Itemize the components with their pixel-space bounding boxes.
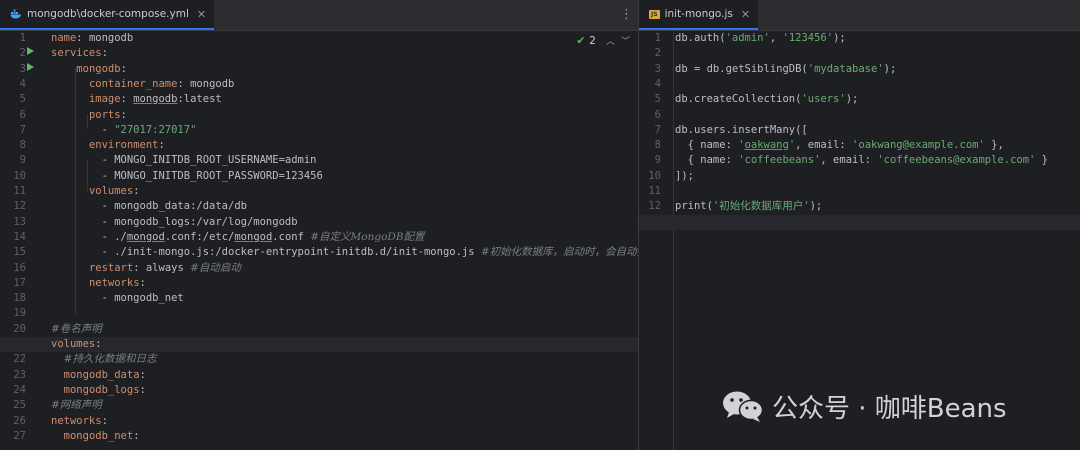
line-number: 25 — [13, 399, 26, 412]
code-line: ports: — [88, 108, 127, 121]
line-number-gutter: 1234567891011121314151617181920212223242… — [0, 31, 26, 450]
line-number: 3 — [654, 62, 661, 75]
line-number: 27 — [13, 429, 26, 442]
code-line: #持久化数据和日志 — [63, 353, 157, 366]
code-line: - mongodb_data:/data/db — [51, 200, 247, 213]
code-line: image: mongodb:latest — [88, 93, 222, 106]
tab-init-mongo[interactable]: JS init-mongo.js ✕ — [639, 0, 759, 30]
line-number: 13 — [13, 215, 26, 228]
tab-label: mongodb\docker-compose.yml — [27, 8, 189, 20]
code-line: - ./mongod.conf:/etc/mongod.conf #自定义Mon… — [51, 230, 425, 243]
line-number: 6 — [19, 108, 26, 121]
code-line: db.users.insertMany([ — [675, 123, 808, 136]
js-file-icon: JS — [649, 9, 660, 19]
wechat-icon — [723, 391, 764, 422]
line-number: 24 — [13, 383, 26, 396]
more-options-icon[interactable]: ⋮ — [620, 7, 633, 22]
line-number: 7 — [654, 123, 661, 136]
code-line: networks: — [88, 276, 146, 289]
line-number: 23 — [13, 368, 26, 381]
code-line: #卷名声明 — [51, 322, 102, 335]
code-line: print('初始化数据库用户'); — [675, 200, 823, 213]
line-number: 6 — [654, 108, 661, 121]
code-line: mongodb_net: — [63, 429, 140, 442]
right-tab-bar: JS init-mongo.js ✕ — [639, 0, 1080, 31]
code-line: db = db.getSiblingDB('mydatabase'); — [675, 62, 897, 75]
line-number: 11 — [13, 185, 26, 197]
line-number: 7 — [19, 123, 26, 136]
code-line: db.createCollection('users'); — [675, 93, 859, 106]
code-line: db.auth('admin', '123456'); — [675, 32, 846, 44]
docker-icon — [10, 9, 22, 19]
line-number: 8 — [19, 139, 26, 152]
line-number: 2 — [654, 47, 661, 60]
line-number: 26 — [13, 414, 26, 427]
code-line: volumes: — [88, 185, 140, 197]
line-number: 20 — [13, 322, 26, 335]
code-line-current — [639, 214, 1080, 230]
line-number: 11 — [648, 185, 661, 197]
tab-label: init-mongo.js — [664, 8, 733, 20]
line-number: 3 — [19, 62, 26, 75]
code-line: - mongodb_net — [51, 292, 184, 305]
code-line: #网络声明 — [51, 399, 102, 412]
close-icon[interactable]: ✕ — [741, 8, 750, 21]
left-tab-bar: mongodb\docker-compose.yml ✕ ⋮ — [0, 0, 638, 31]
line-number: 10 — [13, 169, 26, 182]
code-line: mongodb_data: — [63, 368, 146, 381]
line-number: 4 — [19, 77, 26, 90]
watermark: 公众号 · 咖啡Beans — [722, 388, 1007, 424]
line-number: 5 — [654, 93, 661, 106]
close-icon[interactable]: ✕ — [197, 8, 206, 21]
line-number: 12 — [13, 200, 26, 213]
line-number: 1 — [19, 32, 26, 44]
code-line: { name: 'coffeebeans', email: 'coffeebea… — [675, 154, 1049, 167]
line-number: 19 — [13, 307, 26, 320]
right-editor-pane: JS init-mongo.js ✕ 12345678910111213 db.… — [639, 0, 1080, 450]
line-number: 15 — [13, 246, 26, 259]
line-number: 8 — [654, 139, 661, 152]
code-line: restart: always #自动启动 — [88, 261, 241, 274]
line-number: 22 — [13, 353, 26, 366]
line-number: 16 — [13, 261, 26, 274]
code-line: { name: 'oakwang', email: 'oakwang@examp… — [675, 139, 1004, 152]
code-line: - ./init-mongo.js:/docker-entrypoint-ini… — [51, 246, 638, 259]
code-line: container_name: mongodb — [88, 77, 235, 90]
run-icon[interactable] — [27, 63, 34, 71]
line-number: 9 — [19, 154, 26, 167]
line-number: 1 — [654, 32, 661, 44]
line-number: 17 — [13, 276, 26, 289]
code-line: networks: — [51, 414, 108, 427]
code-line: name: mongodb — [51, 32, 134, 44]
line-number: 14 — [13, 230, 26, 243]
code-line: environment: — [88, 139, 165, 152]
code-line: ]); — [675, 169, 694, 182]
line-number: 5 — [19, 93, 26, 106]
tab-docker-compose[interactable]: mongodb\docker-compose.yml ✕ — [0, 0, 215, 30]
gutter-separator — [673, 31, 674, 450]
run-icon[interactable] — [27, 47, 34, 55]
code-line: - mongodb_logs:/var/log/mongodb — [51, 215, 298, 228]
code-line: - MONGO_INITDB_ROOT_PASSWORD=123456 — [51, 169, 323, 182]
line-number: 9 — [654, 154, 661, 167]
line-number: 4 — [654, 77, 661, 90]
line-number: 10 — [648, 169, 661, 182]
line-number: 12 — [648, 200, 661, 213]
line-number-gutter: 12345678910111213 — [639, 31, 661, 450]
code-line: - MONGO_INITDB_ROOT_USERNAME=admin — [51, 154, 317, 167]
left-editor-pane: mongodb\docker-compose.yml ✕ ⋮ ✔ 2 ︿ ﹀ 1… — [0, 0, 639, 450]
code-line: services: — [51, 47, 108, 60]
watermark-text: 公众号 · 咖啡Beans — [772, 393, 1007, 424]
code-line: mongodb: — [76, 62, 127, 75]
code-line-current: volumes: — [0, 337, 638, 353]
line-number: 2 — [19, 47, 26, 60]
code-line: mongodb_logs: — [63, 383, 146, 396]
code-editor[interactable]: 1234567891011121314151617181920212223242… — [0, 31, 638, 450]
line-number: 18 — [13, 292, 26, 305]
code-line: - "27017:27017" — [51, 123, 197, 136]
